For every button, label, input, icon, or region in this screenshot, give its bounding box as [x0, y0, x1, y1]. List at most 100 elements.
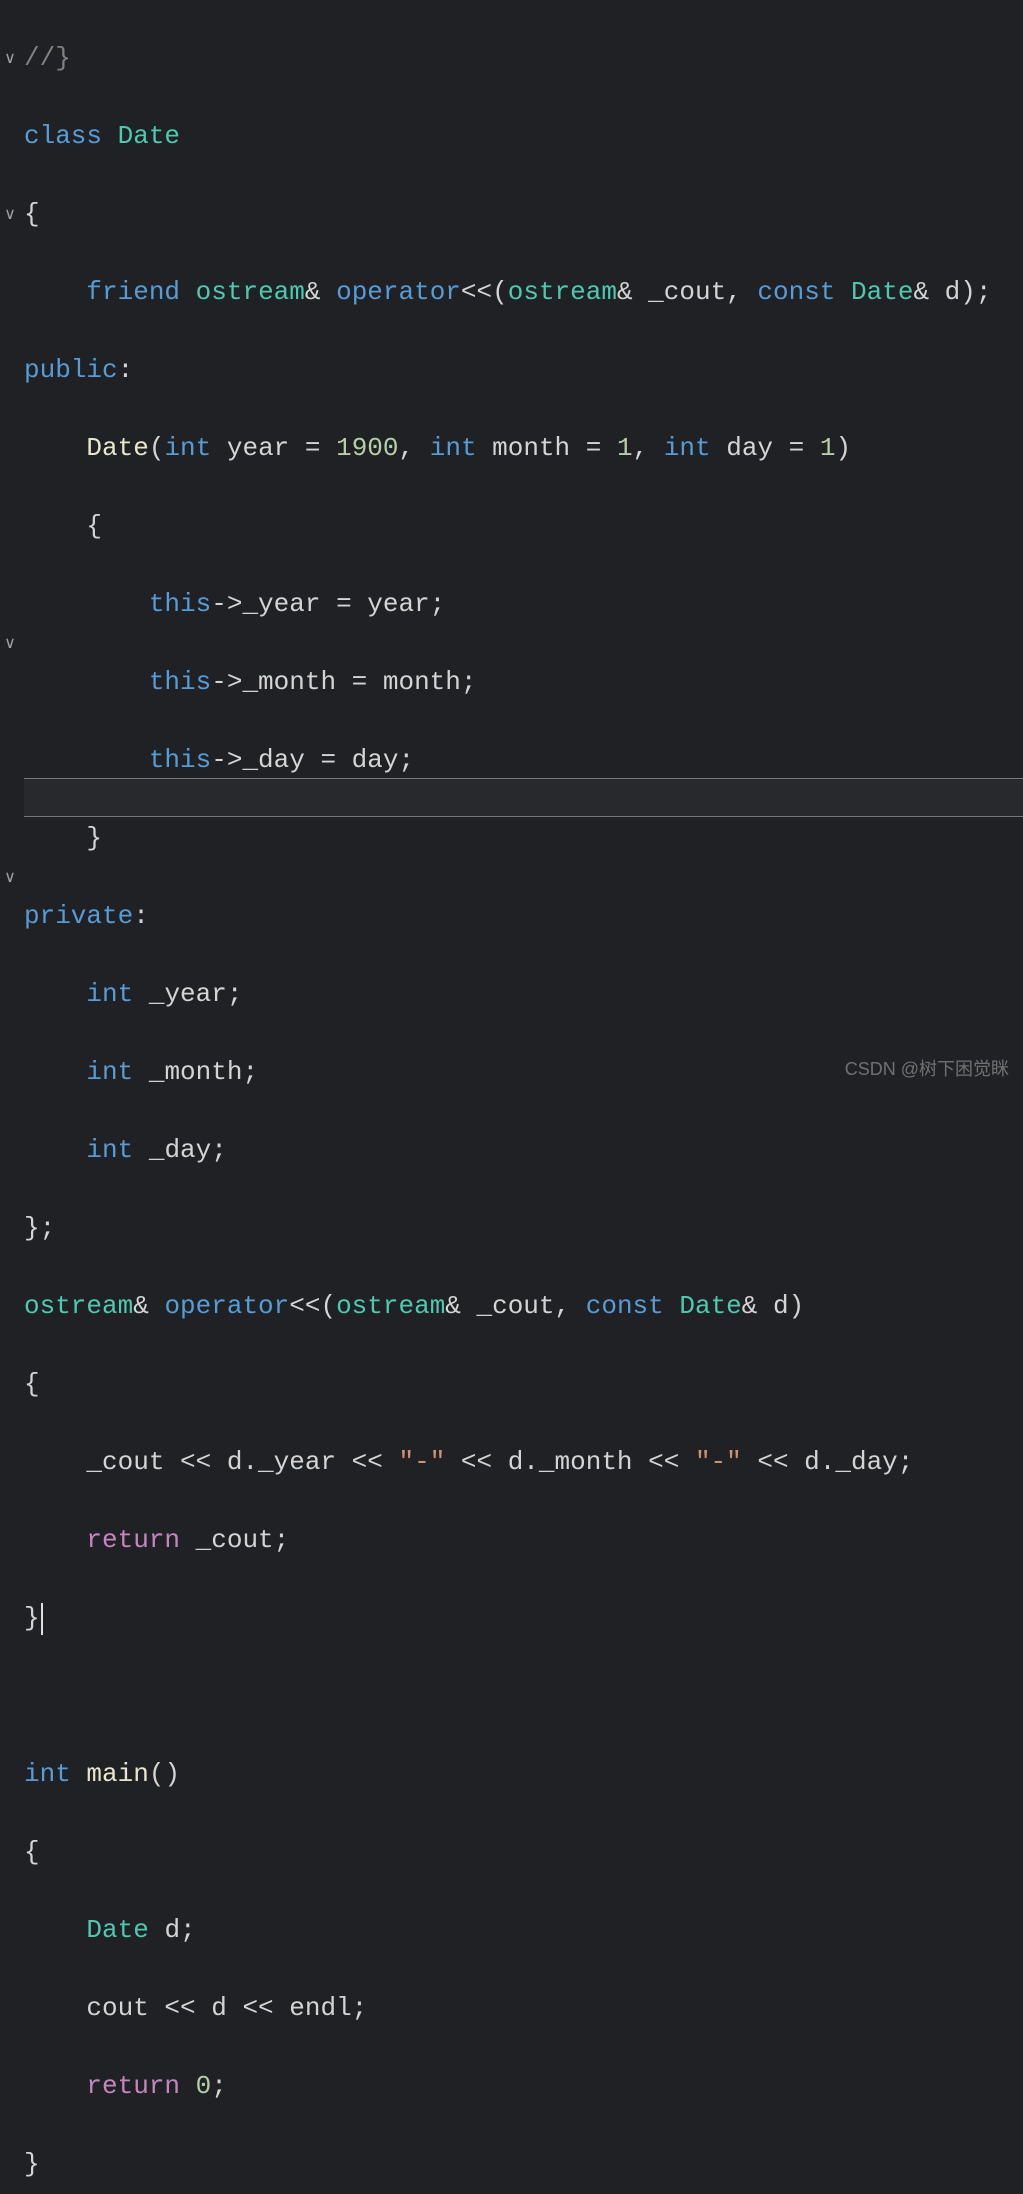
text [102, 121, 118, 151]
code-line: cout << d << endl; [24, 1989, 1023, 2028]
number: 1900 [336, 433, 398, 463]
text [664, 1291, 680, 1321]
type-name: Date [679, 1291, 741, 1321]
paren: ( [149, 433, 165, 463]
fold-marker[interactable]: ∨ [2, 870, 18, 886]
type-name: Date [118, 121, 180, 151]
text: ->_day = day; [211, 745, 414, 775]
keyword: this [149, 589, 211, 619]
indent [24, 589, 149, 619]
code-line: }; [24, 1209, 1023, 1248]
type-name: Date [86, 1915, 148, 1945]
keyword: int [24, 1759, 71, 1789]
text [180, 277, 196, 307]
indent [24, 1525, 86, 1555]
code-line: { [24, 507, 1023, 546]
text: ; [211, 2071, 227, 2101]
keyword: operator [164, 1291, 289, 1321]
type-name: ostream [336, 1291, 445, 1321]
number: 0 [196, 2071, 212, 2101]
text: <<( [289, 1291, 336, 1321]
code-line: _cout << d._year << "-" << d._month << "… [24, 1443, 1023, 1482]
text: _month; [133, 1057, 258, 1087]
number: 1 [617, 433, 633, 463]
type-name: Date [851, 277, 913, 307]
type-name: ostream [508, 277, 617, 307]
code-line: Date d; [24, 1911, 1023, 1950]
keyword: return [86, 1525, 180, 1555]
keyword: const [586, 1291, 664, 1321]
text: _cout << d._year << [86, 1447, 398, 1477]
code-line [24, 1677, 1023, 1716]
text: cout << d << endl; [86, 1993, 367, 2023]
indent [24, 1447, 86, 1477]
string: "-" [695, 1447, 742, 1477]
fold-marker[interactable]: ∨ [2, 636, 18, 652]
keyword: int [430, 433, 477, 463]
code-area[interactable]: //} class Date { friend ostream& operato… [24, 0, 1023, 2194]
keyword: const [757, 277, 835, 307]
text: & _cout, [445, 1291, 585, 1321]
constructor: Date [86, 433, 148, 463]
keyword: int [86, 979, 133, 1009]
text: () [149, 1759, 180, 1789]
keyword: friend [86, 277, 180, 307]
text: , [399, 433, 430, 463]
code-line: } [24, 819, 1023, 858]
text-cursor [41, 1603, 43, 1635]
keyword: return [86, 2071, 180, 2101]
indent [24, 745, 149, 775]
brace: } [86, 823, 102, 853]
code-line: this->_year = year; [24, 585, 1023, 624]
fold-marker[interactable]: ∨ [2, 207, 18, 223]
text: ->_year = year; [211, 589, 445, 619]
keyword: operator [336, 277, 461, 307]
indent [24, 1057, 86, 1087]
keyword: int [664, 433, 711, 463]
text: _cout; [180, 1525, 289, 1555]
text: month = [477, 433, 617, 463]
indent [24, 2071, 86, 2101]
indent [24, 979, 86, 1009]
keyword: int [86, 1057, 133, 1087]
code-line: return 0; [24, 2067, 1023, 2106]
text: year = [211, 433, 336, 463]
code-line: { [24, 1833, 1023, 1872]
code-line: friend ostream& operator<<(ostream& _cou… [24, 273, 1023, 312]
string: "-" [398, 1447, 445, 1477]
text: , [633, 433, 664, 463]
brace: { [86, 511, 102, 541]
text: & d); [913, 277, 991, 307]
brace: { [24, 199, 40, 229]
code-line: int _year; [24, 975, 1023, 1014]
code-line: int main() [24, 1755, 1023, 1794]
text: ->_month = month; [211, 667, 476, 697]
keyword: this [149, 745, 211, 775]
keyword: int [164, 433, 211, 463]
indent [24, 1993, 86, 2023]
indent [24, 511, 86, 541]
text: _year; [133, 979, 242, 1009]
code-line: Date(int year = 1900, int month = 1, int… [24, 429, 1023, 468]
code-line: } [24, 2145, 1023, 2184]
code-line: class Date [24, 117, 1023, 156]
code-line: return _cout; [24, 1521, 1023, 1560]
text: <<( [461, 277, 508, 307]
text: d; [149, 1915, 196, 1945]
keyword: class [24, 121, 102, 151]
text: & _cout, [617, 277, 757, 307]
indent [24, 1915, 86, 1945]
keyword: this [149, 667, 211, 697]
indent [24, 823, 86, 853]
keyword: public [24, 355, 118, 385]
text: & [305, 277, 336, 307]
text: & [133, 1291, 164, 1321]
code-line: public: [24, 351, 1023, 390]
fold-marker[interactable]: ∨ [2, 51, 18, 67]
code-line: //} [24, 39, 1023, 78]
text: << d._day; [742, 1447, 914, 1477]
fold-gutter: ∨ ∨ ∨ ∨ [0, 0, 22, 1097]
indent [24, 1135, 86, 1165]
code-line: } [24, 1599, 1023, 1638]
type-name: ostream [24, 1291, 133, 1321]
